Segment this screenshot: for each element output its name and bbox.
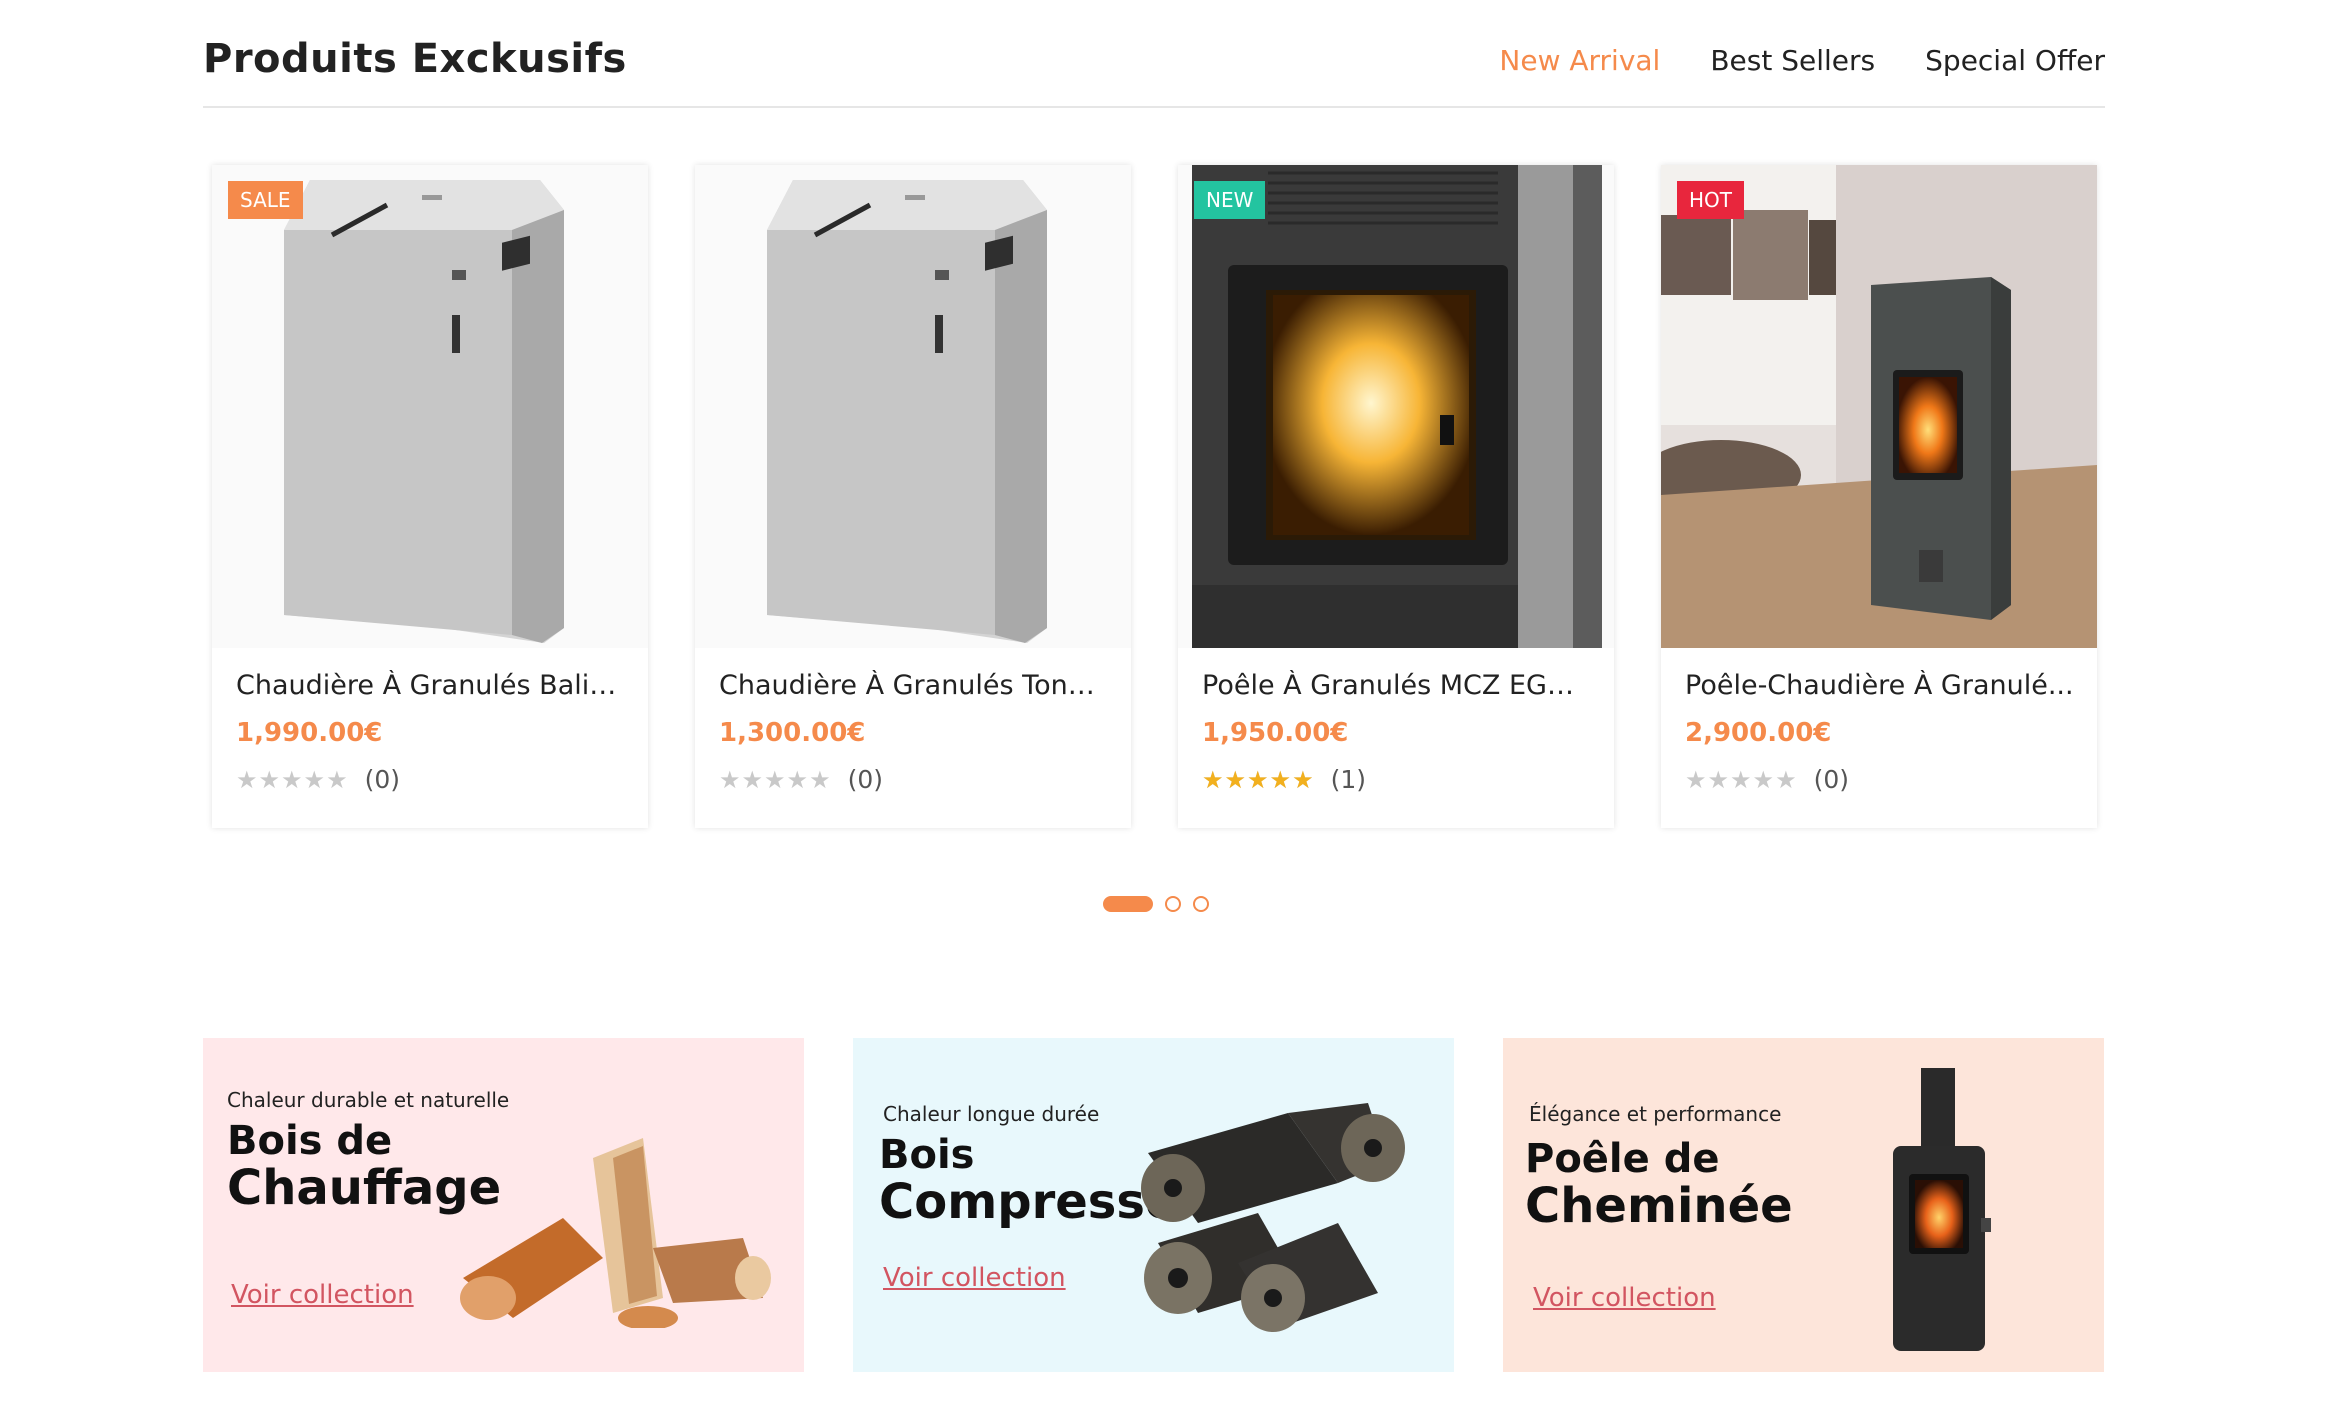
banner-firewood[interactable]: Chaleur durable et naturelle Bois de Cha… — [203, 1038, 804, 1372]
section-title: Produits Exckusifs — [203, 36, 627, 82]
pellet-stove-image[interactable]: NEW — [1178, 165, 1614, 648]
product-rating: ★★★★★★★★★★ (0) — [719, 765, 883, 794]
firewood-image — [460, 1138, 771, 1328]
hot-badge: HOT — [1677, 181, 1744, 219]
product-price: 1,300.00€ — [719, 718, 866, 748]
tab-best-sellers[interactable]: Best Sellers — [1710, 44, 1875, 77]
tab-list: New Arrival Best Sellers Special Offer — [1499, 44, 2105, 77]
stove-room-image[interactable]: HOT — [1661, 165, 2097, 648]
banner-title-line1: Bois — [879, 1132, 975, 1178]
product-price: 2,900.00€ — [1685, 718, 1832, 748]
product-name[interactable]: Chaudière À Granulés Baliut... — [236, 670, 626, 701]
banner-title: Poêle de Cheminée — [1525, 1136, 1793, 1235]
star-rating-icon: ★★★★★★★★★★ — [236, 765, 349, 794]
product-name[interactable]: Chaudière À Granulés Tonn... — [719, 670, 1109, 701]
pellet-boiler-image[interactable] — [695, 165, 1131, 648]
star-rating-icon: ★★★★★★★★★★ — [1685, 765, 1798, 794]
review-count: (0) — [1813, 765, 1849, 794]
star-rating-icon: ★★★★★★★★★★ — [1202, 765, 1315, 794]
review-count: (1) — [1330, 765, 1366, 794]
banner-title: Bois Compressé — [879, 1132, 1178, 1231]
product-rating: ★★★★★ ★★★★★ (1) — [1202, 765, 1366, 794]
sale-badge: SALE — [228, 181, 303, 219]
new-badge: NEW — [1194, 181, 1266, 219]
carousel-pager — [1103, 896, 1209, 912]
banner-chimney-stove[interactable]: Élégance et performance Poêle de Cheminé… — [1503, 1038, 2104, 1372]
voir-collection-link[interactable]: Voir collection — [1533, 1283, 1716, 1313]
product-card[interactable]: HOT Poêle-Chaudière À Granulé... 2,900.0… — [1661, 165, 2097, 828]
banner-title-line2: Cheminée — [1525, 1178, 1793, 1235]
product-rating: ★★★★★★★★★★ (0) — [1685, 765, 1849, 794]
tab-new-arrival[interactable]: New Arrival — [1499, 44, 1660, 77]
pager-dot-2[interactable] — [1165, 896, 1181, 912]
product-carousel: SALE Chaudière À Granulés Baliut... 1,99… — [212, 165, 2098, 828]
product-rating: ★★★★★★★★★★ (0) — [236, 765, 400, 794]
banner-title-line2: Compressé — [879, 1174, 1178, 1231]
banner-tagline: Élégance et performance — [1529, 1102, 1782, 1126]
review-count: (0) — [847, 765, 883, 794]
tab-special-offer[interactable]: Special Offer — [1925, 44, 2105, 77]
section-header: Produits Exckusifs New Arrival Best Sell… — [203, 30, 2105, 108]
voir-collection-link[interactable]: Voir collection — [231, 1280, 414, 1310]
product-price: 1,990.00€ — [236, 718, 383, 748]
voir-collection-link[interactable]: Voir collection — [883, 1263, 1066, 1293]
star-rating-icon: ★★★★★★★★★★ — [719, 765, 832, 794]
banner-title-line1: Poêle de — [1525, 1136, 1720, 1182]
review-count: (0) — [364, 765, 400, 794]
compressed-logs-image — [1141, 1103, 1405, 1332]
product-card[interactable]: Chaudière À Granulés Tonn... 1,300.00€ ★… — [695, 165, 1131, 828]
banner-tagline: Chaleur longue durée — [883, 1102, 1100, 1126]
banner-tagline: Chaleur durable et naturelle — [227, 1088, 510, 1112]
chimney-stove-image — [1893, 1068, 1991, 1351]
pager-dot-1[interactable] — [1103, 896, 1153, 912]
pellet-boiler-image[interactable]: SALE — [212, 165, 648, 648]
product-card[interactable]: NEW Poêle À Granulés MCZ EGO ... 1,950.0… — [1178, 165, 1614, 828]
product-price: 1,950.00€ — [1202, 718, 1349, 748]
product-name[interactable]: Poêle À Granulés MCZ EGO ... — [1202, 670, 1592, 701]
pager-dot-3[interactable] — [1193, 896, 1209, 912]
product-card[interactable]: SALE Chaudière À Granulés Baliut... 1,99… — [212, 165, 648, 828]
product-name[interactable]: Poêle-Chaudière À Granulé... — [1685, 670, 2075, 701]
banner-compressed-wood[interactable]: Chaleur longue durée Bois Compressé Voir… — [853, 1038, 1454, 1372]
